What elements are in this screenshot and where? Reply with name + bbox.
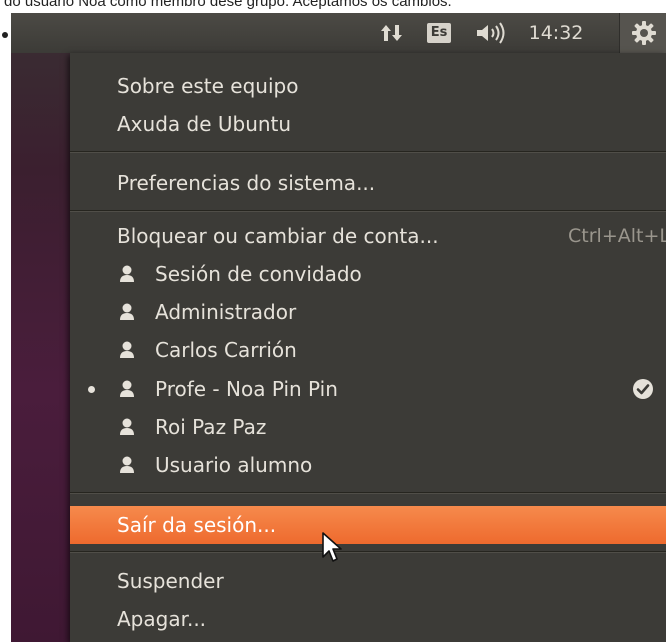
checkmark-icon	[633, 379, 653, 399]
menu-item-help[interactable]: Axuda de Ubuntu	[70, 105, 666, 143]
mouse-pointer-icon	[322, 532, 342, 562]
menu-item-label: Roi Paz Paz	[155, 415, 267, 439]
session-menu: Sobre este equipo Axuda de Ubuntu Prefer…	[70, 53, 666, 642]
menu-item-user-guest[interactable]: Sesión de convidado	[70, 255, 666, 293]
user-icon	[120, 341, 134, 358]
user-icon	[120, 456, 134, 473]
menu-item-label: Profe - Noa Pin Pin	[155, 377, 338, 401]
menu-item-logout[interactable]: Saír da sesión...	[70, 506, 666, 544]
menu-separator	[70, 210, 666, 212]
sound-indicator[interactable]	[469, 13, 515, 53]
menu-item-shutdown[interactable]: Apagar...	[70, 600, 666, 638]
menu-item-user-alumno[interactable]: Usuario alumno	[70, 446, 666, 484]
menu-item-user-roi[interactable]: Roi Paz Paz	[70, 408, 666, 446]
keyboard-layout-indicator[interactable]: Es	[419, 13, 459, 53]
desktop-screenshot: Es 14:32 Sobre este equipo Axuda de Ubun…	[11, 13, 666, 642]
menu-item-label: Sesión de convidado	[155, 262, 362, 286]
network-arrows-icon	[381, 25, 402, 41]
lock-shortcut: Ctrl+Alt+L	[568, 225, 666, 247]
menu-item-label: Preferencias do sistema...	[117, 171, 376, 195]
network-indicator[interactable]	[373, 13, 411, 53]
keyboard-layout-label: Es	[426, 23, 452, 43]
menu-item-label: Administrador	[155, 300, 297, 324]
sound-icon	[477, 22, 505, 44]
clock[interactable]: 14:32	[523, 13, 589, 53]
menu-item-label: Sobre este equipo	[117, 74, 299, 98]
menu-item-user-profe[interactable]: Profe - Noa Pin Pin	[70, 370, 666, 408]
menu-item-label: Suspender	[117, 569, 224, 593]
menu-item-label: Bloquear ou cambiar de conta...	[117, 224, 439, 248]
menu-item-label: Axuda de Ubuntu	[117, 112, 292, 136]
user-icon	[120, 303, 134, 320]
menu-item-preferences[interactable]: Preferencias do sistema...	[70, 164, 666, 202]
user-icon	[120, 265, 134, 282]
menu-item-label: Carlos Carrión	[155, 338, 297, 362]
caption-bullet	[2, 32, 8, 38]
session-gear-icon	[631, 21, 656, 45]
menu-separator	[70, 551, 666, 553]
session-menu-button[interactable]	[619, 13, 666, 53]
user-icon	[120, 380, 134, 397]
menu-item-label: Apagar...	[117, 607, 207, 631]
menu-item-lock[interactable]: Bloquear ou cambiar de conta... Ctrl+Alt…	[70, 217, 666, 255]
menu-item-user-carlos[interactable]: Carlos Carrión	[70, 331, 666, 369]
menu-item-label: Usuario alumno	[155, 453, 313, 477]
menu-item-suspend[interactable]: Suspender	[70, 562, 666, 600]
caption-text: do usuario Noa como membro dese grupo. A…	[4, 0, 452, 10]
user-icon	[120, 418, 134, 435]
menu-separator	[70, 151, 666, 153]
active-session-dot	[88, 386, 95, 393]
top-panel: Es 14:32	[11, 13, 666, 53]
menu-separator	[70, 492, 666, 494]
menu-item-user-administrador[interactable]: Administrador	[70, 293, 666, 331]
menu-item-about[interactable]: Sobre este equipo	[70, 67, 666, 105]
menu-item-label: Saír da sesión...	[117, 513, 277, 537]
